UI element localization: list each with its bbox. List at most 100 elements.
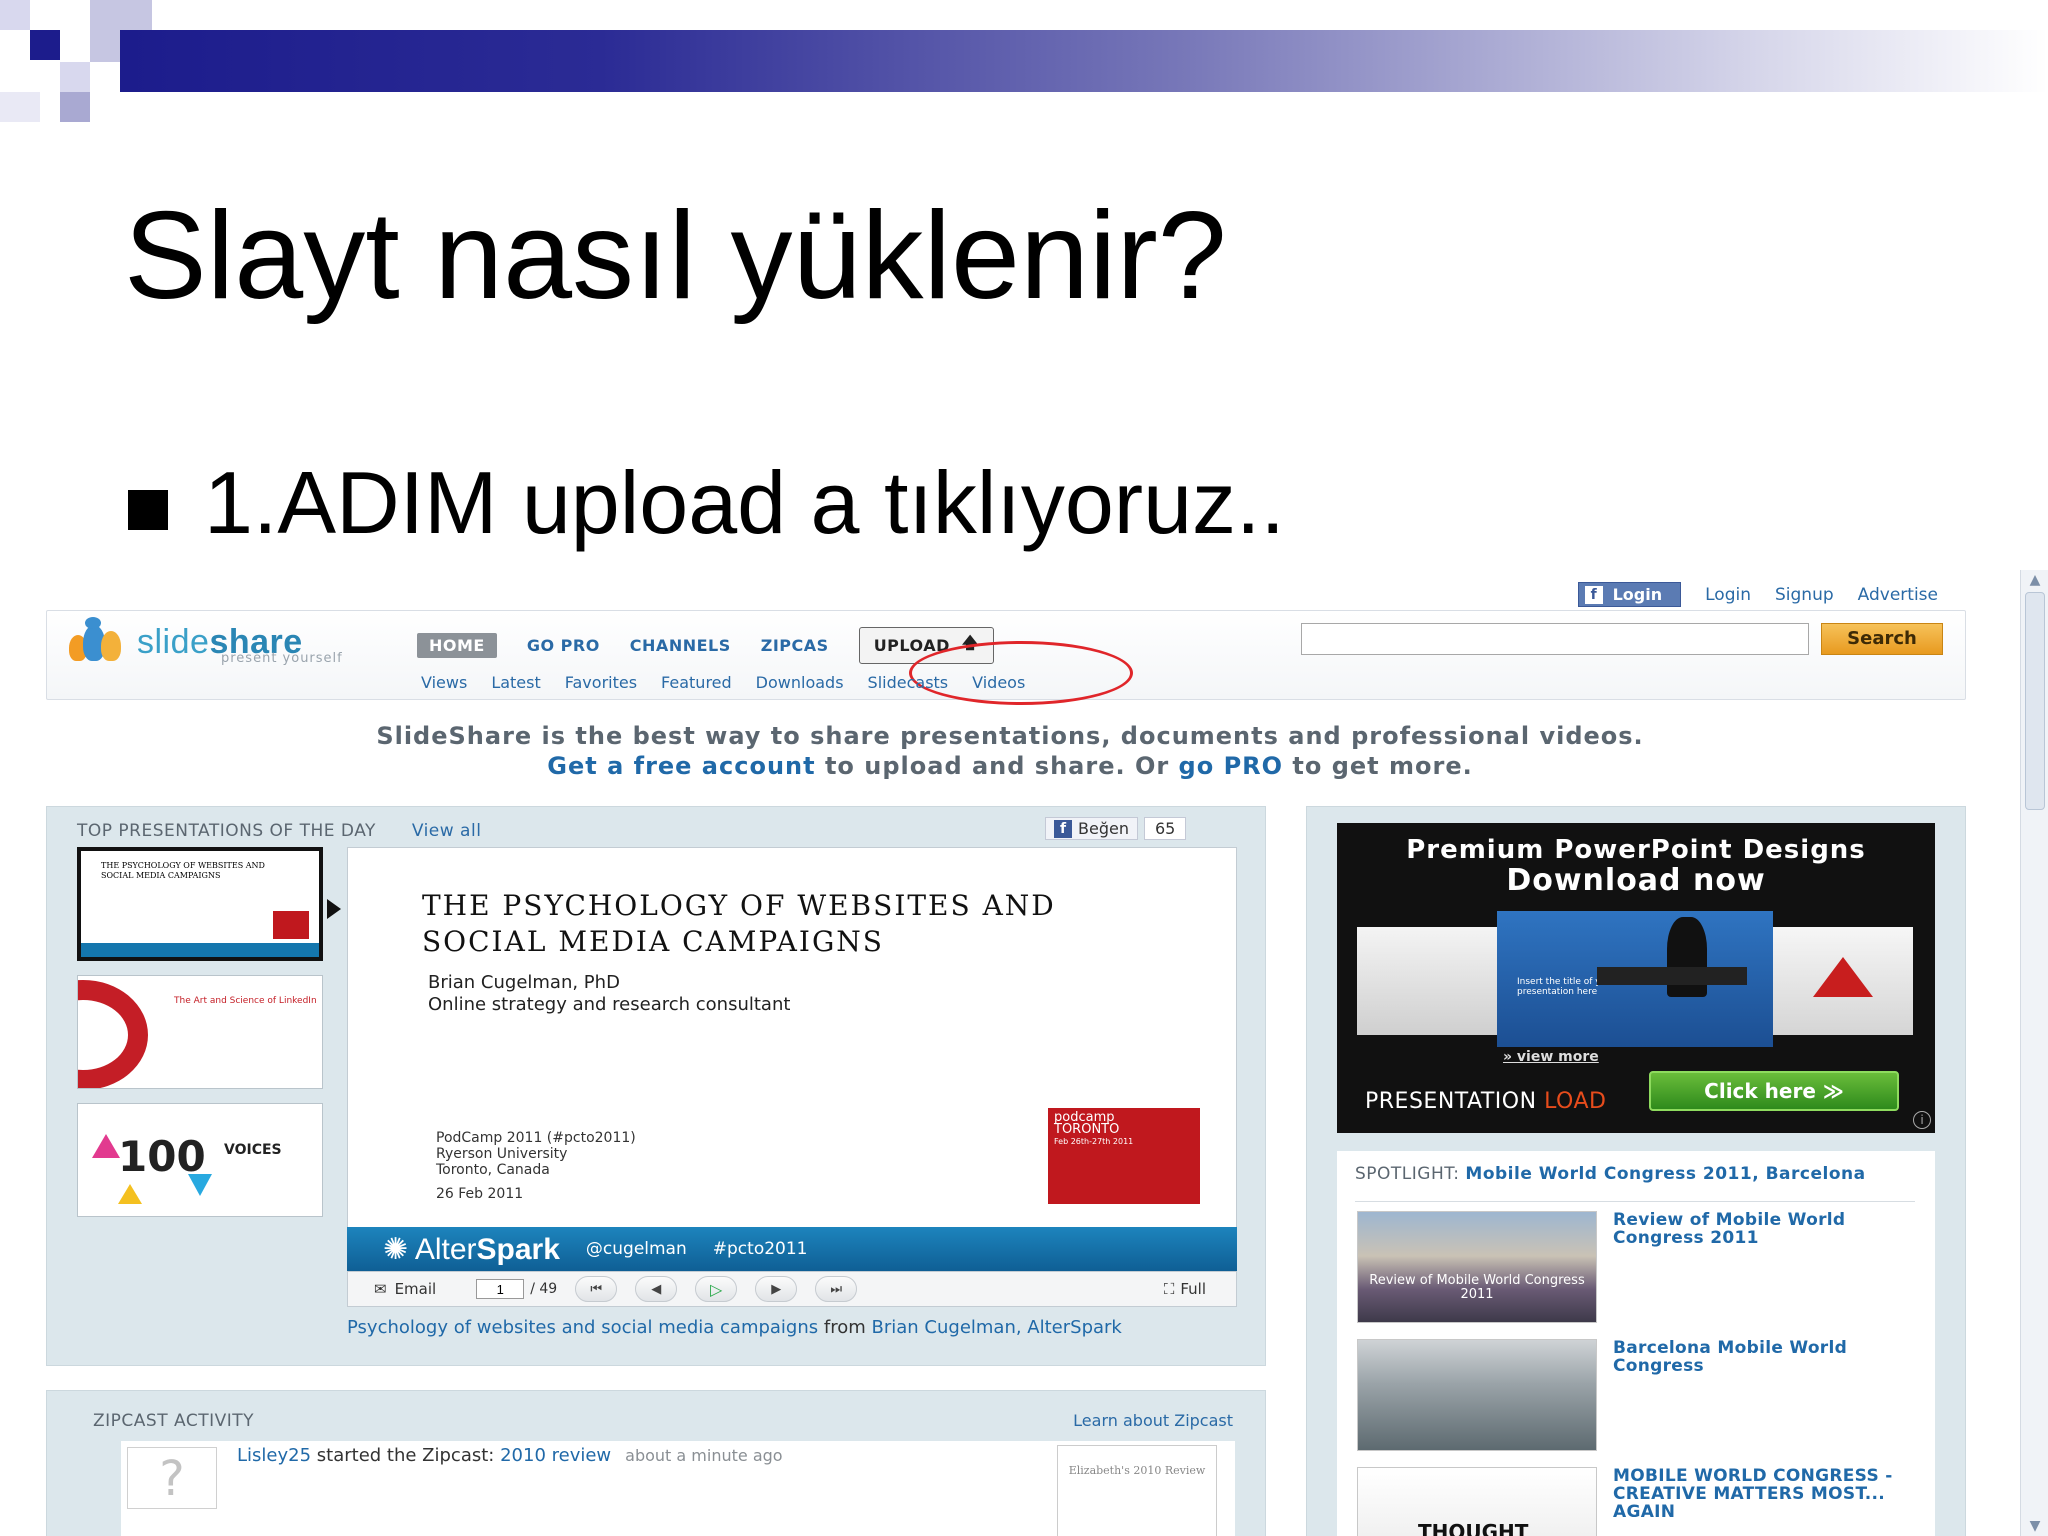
spotlight-link[interactable]: Mobile World Congress 2011, Barcelona: [1465, 1164, 1865, 1184]
spotlight-item-title[interactable]: Barcelona Mobile World Congress: [1613, 1339, 1913, 1375]
ad-brand: PRESENTATION LOAD: [1365, 1089, 1607, 1114]
ad-view-more-link[interactable]: » view more: [1503, 1049, 1599, 1065]
alterspark-logo: ✺ AlterSpark: [383, 1232, 560, 1266]
subnav-views[interactable]: Views: [421, 673, 467, 692]
spotlight-item-title[interactable]: Review of Mobile World Congress 2011: [1613, 1211, 1913, 1247]
deck-event: PodCamp 2011 (#pcto2011) Ryerson Univers…: [436, 1130, 636, 1202]
deck-author: Brian Cugelman, PhD Online strategy and …: [428, 972, 791, 1015]
presentation-caption: Psychology of websites and social media …: [347, 1317, 1122, 1338]
podcamp-logo: podcamp TORONTO Feb 26th-27th 2011: [1048, 1108, 1200, 1204]
nav-gopro[interactable]: GO PRO: [527, 636, 600, 655]
zipcast-thumb[interactable]: Elizabeth's 2010 Review: [1057, 1445, 1217, 1536]
subnav-featured[interactable]: Featured: [661, 673, 732, 692]
prev-slide-icon[interactable]: ◀: [635, 1276, 678, 1302]
presentation-thumb[interactable]: The Art and Science of LinkedIn: [77, 975, 323, 1089]
bullet-text: 1.ADIM upload a tıklıyoruz..: [204, 453, 1285, 552]
slide-viewer[interactable]: THE PSYCHOLOGY OF WEBSITES AND SOCIAL ME…: [347, 847, 1237, 1271]
facebook-like: f Beğen 65: [1045, 817, 1187, 840]
top-presentations-heading: TOP PRESENTATIONS OF THE DAY: [77, 821, 376, 841]
next-slide-icon[interactable]: ▶: [755, 1276, 798, 1302]
search-button[interactable]: Search: [1821, 623, 1943, 655]
view-all-link[interactable]: View all: [412, 821, 482, 841]
like-count: 65: [1143, 817, 1187, 840]
deco-square: [30, 30, 60, 60]
spotlight-thumb[interactable]: Review of Mobile World Congress 2011: [1357, 1211, 1597, 1323]
scroll-down-icon[interactable]: ▼: [2025, 1518, 2045, 1534]
facebook-login-button[interactable]: f Login: [1577, 582, 1682, 607]
like-button[interactable]: f Beğen: [1045, 817, 1138, 840]
deco-square: [0, 0, 30, 30]
deco-square: [60, 92, 90, 122]
scroll-thumb[interactable]: [2025, 592, 2045, 810]
selected-arrow-icon: [327, 899, 341, 919]
signup-link[interactable]: Signup: [1775, 585, 1834, 605]
spotlight-item-title[interactable]: MOBILE WORLD CONGRESS - CREATIVE MATTERS…: [1613, 1467, 1913, 1521]
list-item: ? Lisley25 started the Zipcast: 2010 rev…: [121, 1441, 1235, 1536]
nav-channels[interactable]: CHANNELS: [630, 636, 731, 655]
spotlight-thumb[interactable]: [1357, 1339, 1597, 1451]
presentation-thumb[interactable]: 100 VOICES: [77, 1103, 323, 1217]
facebook-icon: f: [1054, 819, 1072, 838]
spotlight-heading: SPOTLIGHT: Mobile World Congress 2011, B…: [1355, 1164, 1866, 1184]
subnav-downloads[interactable]: Downloads: [756, 673, 844, 692]
title-bar: [120, 30, 2048, 92]
logo-tagline: present yourself: [221, 651, 343, 666]
subnav-latest[interactable]: Latest: [491, 673, 540, 692]
main-nav: HOME GO PRO CHANNELS ZIPCAS UPLOAD 🡅: [417, 627, 994, 664]
zipcast-link[interactable]: 2010 review: [500, 1445, 611, 1466]
top-presentations-panel: TOP PRESENTATIONS OF THE DAY View all f …: [46, 806, 1266, 1366]
spotlight-thumb[interactable]: THOUGHT: [1357, 1467, 1597, 1536]
subnav-favorites[interactable]: Favorites: [565, 673, 637, 692]
deco-square: [0, 92, 40, 122]
learn-zipcast-link[interactable]: Learn about Zipcast: [1073, 1411, 1233, 1430]
nav-zipcasts[interactable]: ZIPCAS: [761, 636, 829, 655]
search-input[interactable]: [1301, 623, 1809, 655]
viewer-controls: ✉Email / 49 ⏮ ◀ ▷ ▶ ⏭ ⛶Full: [347, 1271, 1237, 1307]
email-button[interactable]: ✉ Email: [374, 1280, 436, 1298]
free-account-link[interactable]: Get a free account: [547, 752, 815, 780]
last-slide-icon[interactable]: ⏭: [815, 1276, 858, 1302]
vertical-scrollbar[interactable]: ▲ ▼: [2020, 570, 2048, 1536]
avatar[interactable]: ?: [127, 1447, 217, 1509]
fullscreen-icon: ⛶: [1163, 1280, 1175, 1298]
gopro-link[interactable]: go PRO: [1179, 752, 1284, 780]
bullet-marker: [128, 490, 168, 530]
advertisement[interactable]: Premium PowerPoint Designs Download now …: [1337, 823, 1935, 1133]
ad-chess-slide: Insert the title of your presentation he…: [1497, 911, 1773, 1047]
deck-title: THE PSYCHOLOGY OF WEBSITES AND SOCIAL ME…: [422, 889, 1056, 958]
ad-pyramid-slide: [1773, 927, 1913, 1035]
deco-square: [30, 0, 60, 30]
page-total: / 49: [530, 1281, 558, 1297]
website-screenshot: ▲ ▼ f Login Login Signup Advertise slide…: [0, 570, 2048, 1536]
slide-title: Slayt nasıl yüklenir?: [124, 187, 1227, 325]
ad-map-slide: [1357, 927, 1497, 1035]
user-link[interactable]: Lisley25: [237, 1445, 311, 1466]
subnav-slidecasts[interactable]: Slidecasts: [868, 673, 949, 692]
play-icon[interactable]: ▷: [695, 1276, 738, 1302]
info-icon[interactable]: i: [1913, 1111, 1931, 1129]
zipcast-panel: ZIPCAST ACTIVITY Learn about Zipcast ? L…: [46, 1390, 1266, 1536]
ad-click-here-button[interactable]: Click here ≫: [1649, 1071, 1899, 1111]
timestamp: about a minute ago: [625, 1446, 783, 1465]
scroll-up-icon[interactable]: ▲: [2025, 572, 2045, 588]
site-header: slideshare present yourself HOME GO PRO …: [46, 610, 1966, 705]
sidebar-panel: Premium PowerPoint Designs Download now …: [1306, 806, 1966, 1536]
facebook-icon: f: [1584, 585, 1603, 604]
subnav-videos[interactable]: Videos: [972, 673, 1025, 692]
login-link[interactable]: Login: [1705, 585, 1751, 605]
page-number-input[interactable]: [476, 1279, 525, 1299]
zipcast-heading: ZIPCAST ACTIVITY: [93, 1411, 254, 1431]
envelope-icon: ✉: [374, 1280, 387, 1298]
presentation-thumb[interactable]: THE PSYCHOLOGY OF WEBSITES AND SOCIAL ME…: [77, 847, 323, 961]
tagline-line1: SlideShare is the best way to share pres…: [376, 722, 1644, 750]
tagline-line2: Get a free account to upload and share. …: [547, 752, 1473, 780]
presentation-link[interactable]: Psychology of websites and social media …: [347, 1317, 818, 1338]
first-slide-icon[interactable]: ⏮: [575, 1276, 618, 1302]
alterspark-bar: ✺ AlterSpark @cugelman #pcto2011: [347, 1227, 1237, 1271]
top-links: f Login Login Signup Advertise: [1577, 582, 1938, 607]
advertise-link[interactable]: Advertise: [1858, 585, 1938, 605]
nav-home[interactable]: HOME: [417, 633, 497, 658]
sub-nav: Views Latest Favorites Featured Download…: [421, 673, 1025, 692]
fullscreen-button[interactable]: ⛶ Full: [1164, 1280, 1206, 1298]
author-link[interactable]: Brian Cugelman, AlterSpark: [872, 1317, 1122, 1338]
